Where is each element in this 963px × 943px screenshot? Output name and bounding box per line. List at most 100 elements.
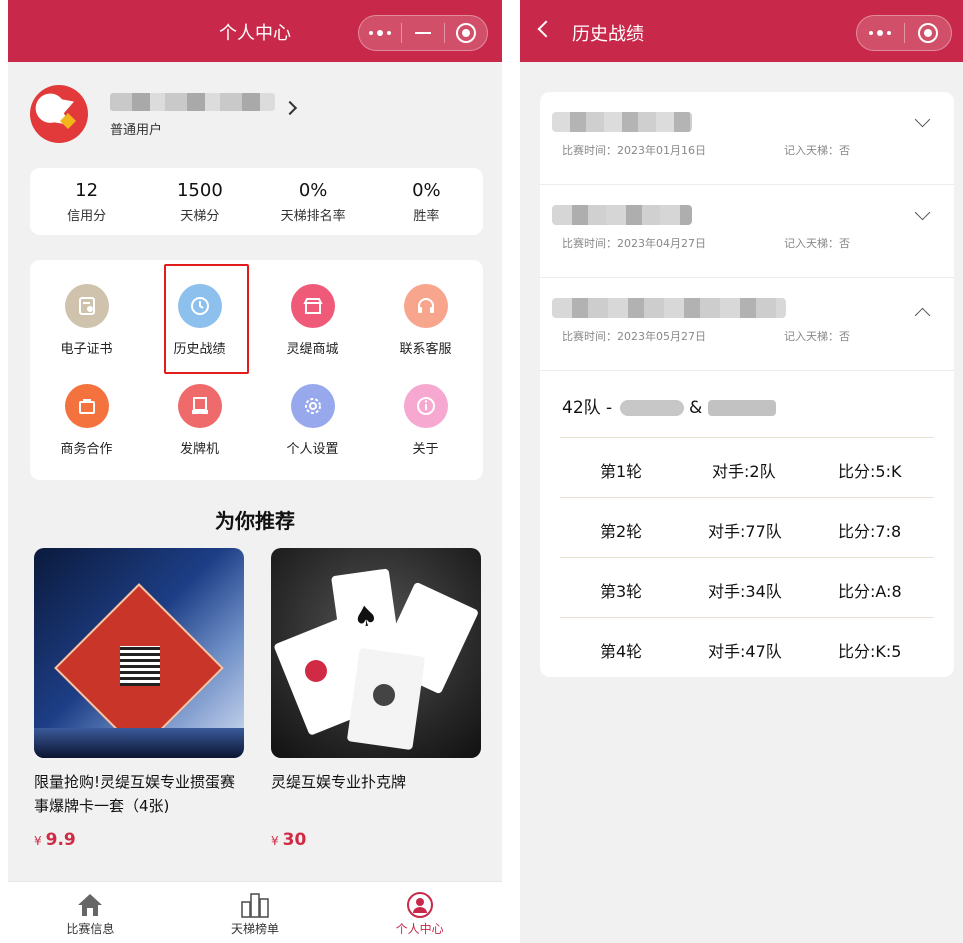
- team-line: 42队 - &: [562, 393, 776, 418]
- menu-item-about[interactable]: 关于: [369, 384, 482, 457]
- match-time: 比赛时间：2023年01月16日: [562, 144, 706, 157]
- profile-screen: 个人中心 普通用户 12 信用分 1500 天梯分 0% 天梯排名率 0% 胜率 电子证…: [8, 0, 502, 943]
- price-value: 9.9: [45, 830, 76, 850]
- gear-icon: [290, 384, 335, 428]
- partner-1-blurred: [619, 400, 684, 416]
- round-number: 第1轮: [600, 462, 643, 481]
- menu-item-settings[interactable]: 个人设置: [256, 384, 369, 457]
- tab-label: 个人中心: [395, 922, 444, 936]
- product-image[interactable]: ♠: [271, 548, 481, 758]
- round-row: 第3轮 对手:34队 比分:A:8: [560, 557, 934, 617]
- round-score: 比分:A:8: [838, 582, 902, 601]
- round-number: 第3轮: [600, 582, 643, 601]
- back-arrow-icon[interactable]: [537, 20, 555, 38]
- tab-label: 天梯榜单: [231, 922, 280, 936]
- stat-value: 0%: [412, 180, 441, 201]
- tab-personal-center[interactable]: 个人中心: [337, 882, 502, 943]
- store-icon: [290, 284, 335, 328]
- chevron-right-icon[interactable]: [282, 100, 298, 116]
- briefcase-icon: [64, 384, 109, 428]
- more-dots-icon: [869, 30, 892, 36]
- round-score: 比分:K:5: [838, 642, 902, 661]
- top-bar: 个人中心: [8, 0, 502, 62]
- stat-value: 1500: [176, 180, 223, 201]
- chevron-up-icon[interactable]: [914, 307, 931, 324]
- tab-match-info[interactable]: 比赛信息: [8, 882, 173, 943]
- stat-label: 天梯排名率: [280, 209, 346, 224]
- product-price: ¥9.9: [34, 830, 76, 850]
- product-card-2[interactable]: ♠ 灵缇互娱专业扑克牌 ¥30: [271, 548, 481, 850]
- user-icon: [337, 890, 502, 920]
- stat-win-rate[interactable]: 0% 胜率: [370, 168, 483, 235]
- history-list: 比赛时间：2023年01月16日 记入天梯：否 比赛时间：2023年04月27日…: [540, 92, 954, 677]
- product-name: 灵缇互娱专业扑克牌: [271, 773, 407, 791]
- menu-item-business[interactable]: 商务合作: [30, 384, 143, 457]
- round-number: 第2轮: [600, 522, 643, 541]
- user-profile[interactable]: 普通用户: [30, 85, 490, 145]
- team-row: 42队 - &: [540, 371, 954, 437]
- round-opponent: 对手:34队: [708, 582, 782, 601]
- page-title: 历史战绩: [572, 24, 644, 45]
- more-button[interactable]: [857, 16, 904, 50]
- stat-value: 12: [75, 180, 99, 201]
- match-item[interactable]: 比赛时间：2023年01月16日 记入天梯：否: [540, 92, 954, 185]
- match-item-expanded[interactable]: 比赛时间：2023年05月27日 记入天梯：否: [540, 278, 954, 371]
- ladder-flag: 记入天梯：否: [784, 237, 850, 250]
- mini-program-capsule: [856, 15, 952, 51]
- tab-label: 比赛信息: [66, 922, 115, 936]
- round-opponent: 对手:2队: [712, 462, 776, 481]
- partner-2-blurred: [707, 400, 776, 416]
- stat-label: 天梯分: [180, 209, 220, 224]
- product-name: 限量抢购!灵缇互娱专业掼蛋赛事爆牌卡一套（4张): [34, 773, 236, 815]
- tab-ladder-ranking[interactable]: 天梯榜单: [173, 882, 338, 943]
- ladder-flag: 记入天梯：否: [784, 144, 850, 157]
- avatar[interactable]: [30, 85, 88, 143]
- stat-label: 胜率: [413, 209, 440, 224]
- minimize-button[interactable]: [402, 16, 444, 50]
- close-target-icon: [917, 23, 938, 43]
- home-icon: [8, 890, 173, 920]
- history-screen: 历史战绩 比赛时间：2023年01月16日 记入天梯：否 比赛时间：2023年0…: [520, 0, 963, 943]
- menu-item-store[interactable]: 灵缇商城: [256, 284, 369, 357]
- match-name-blurred: [552, 298, 786, 318]
- menu-label: 关于: [412, 442, 439, 457]
- round-opponent: 对手:77队: [708, 522, 782, 541]
- match-time: 比赛时间：2023年04月27日: [562, 237, 706, 250]
- round-opponent: 对手:47队: [708, 642, 782, 661]
- more-button[interactable]: [359, 16, 401, 50]
- certificate-icon: [64, 284, 109, 328]
- round-number: 第4轮: [600, 642, 643, 661]
- match-item[interactable]: 比赛时间：2023年04月27日 记入天梯：否: [540, 185, 954, 278]
- chevron-down-icon[interactable]: [914, 204, 931, 221]
- stat-ladder-score[interactable]: 1500 天梯分: [143, 168, 256, 235]
- product-card-1[interactable]: 限量抢购!灵缇互娱专业掼蛋赛事爆牌卡一套（4张) ¥9.9: [34, 548, 244, 850]
- ladder-flag: 记入天梯：否: [784, 330, 850, 343]
- machine-icon: [177, 384, 222, 428]
- price-value: 30: [282, 830, 307, 850]
- stat-credit[interactable]: 12 信用分: [30, 168, 143, 235]
- menu-label: 发牌机: [179, 442, 219, 457]
- close-button[interactable]: [905, 16, 952, 50]
- match-name-blurred: [552, 205, 692, 225]
- menu-item-certificate[interactable]: 电子证书: [30, 284, 143, 357]
- clock-icon: [177, 284, 222, 328]
- close-button[interactable]: [445, 16, 487, 50]
- currency-symbol: ¥: [271, 834, 279, 848]
- round-score: 比分:7:8: [838, 522, 902, 541]
- menu-item-customer-service[interactable]: 联系客服: [369, 284, 482, 357]
- username-blurred: [110, 93, 275, 111]
- currency-symbol: ¥: [34, 834, 42, 848]
- product-image[interactable]: [34, 548, 244, 758]
- match-name-blurred: [552, 112, 692, 132]
- round-score: 比分:5:K: [838, 462, 902, 481]
- menu-item-dealer[interactable]: 发牌机: [143, 384, 256, 457]
- round-row: 第4轮 对手:47队 比分:K:5: [560, 617, 934, 677]
- round-row: 第1轮 对手:2队 比分:5:K: [560, 437, 934, 497]
- headset-icon: [403, 284, 448, 328]
- info-icon: [403, 384, 448, 428]
- chevron-down-icon[interactable]: [914, 111, 931, 128]
- stat-ladder-rank[interactable]: 0% 天梯排名率: [257, 168, 370, 235]
- mini-program-capsule: [358, 15, 488, 51]
- menu-item-history[interactable]: 历史战绩: [143, 284, 256, 357]
- recommend-title: 为你推荐: [215, 509, 295, 533]
